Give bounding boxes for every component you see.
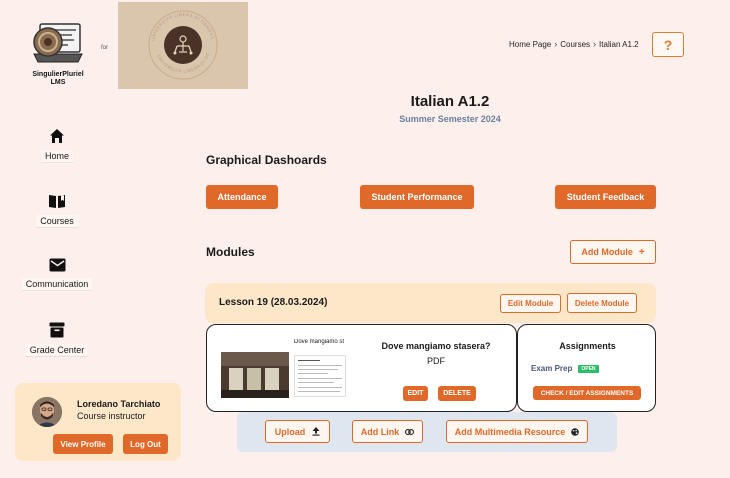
dashboards-heading: Graphical Dashoards — [206, 153, 327, 167]
resource-name: Dove mangiamo stasera? — [381, 341, 491, 351]
resource-thumbnail[interactable] — [221, 352, 289, 398]
page-subtitle: Summer Semester 2024 — [399, 114, 501, 124]
upload-button[interactable]: Upload — [265, 420, 330, 443]
add-multimedia-label: Add Multimedia Resource — [454, 426, 566, 437]
restaurant-photo-icon — [221, 352, 289, 398]
resource-card: Dove mangiamo st Dove mangiamo stasera? … — [206, 324, 517, 412]
resource-actions-bar: Upload Add Link Add Multimedia Resource — [237, 412, 617, 452]
check-edit-assignments-button[interactable]: CHECK / EDIT ASSIGNMENTS — [533, 386, 641, 400]
book-icon — [49, 195, 65, 208]
sidebar-item-label: Communication — [21, 278, 93, 291]
sidebar-item-label: Grade Center — [25, 344, 89, 357]
chevron-right-icon: › — [593, 39, 597, 49]
delete-resource-button[interactable]: DELETE — [438, 386, 476, 401]
student-feedback-button[interactable]: Student Feedback — [555, 185, 656, 209]
assignment-label: Exam Prep — [531, 364, 573, 373]
view-profile-button[interactable]: View Profile — [53, 434, 113, 454]
palette-icon — [571, 427, 580, 436]
logo-caption: SingulierPluriel LMS — [32, 71, 84, 86]
laptop-logo-icon — [33, 23, 83, 63]
add-module-button[interactable]: Add Module + — [570, 240, 656, 264]
student-performance-button[interactable]: Student Performance — [360, 185, 474, 209]
chevron-right-icon: › — [554, 39, 558, 49]
add-link-label: Add Link — [360, 426, 400, 437]
breadcrumb: Home Page › Courses › Italian A1.2 — [509, 39, 639, 49]
university-logo: UNIVERSITÀ LIBERA DI GENOVA UNIVERSITÀ L… — [116, 0, 248, 89]
lesson-title: Lesson 19 (28.03.2024) — [219, 297, 328, 308]
logout-button[interactable]: Log Out — [123, 434, 168, 454]
link-icon — [405, 428, 415, 435]
attendance-button[interactable]: Attendance — [206, 185, 278, 209]
assignments-card: Assignments Exam Prep OPEN CHECK / EDIT … — [517, 324, 656, 412]
resource-type: PDF — [427, 356, 445, 366]
upload-label: Upload — [274, 426, 306, 437]
sidebar-item-label: Home — [40, 150, 73, 163]
home-icon — [50, 129, 64, 143]
profile-name: Loredano Tarchiato — [77, 399, 161, 409]
sidebar-item-courses[interactable]: Courses — [17, 193, 97, 229]
app-logo[interactable]: SingulierPluriel LMS — [26, 14, 90, 88]
profile-card: Loredano Tarchiato Course instructor Vie… — [15, 383, 181, 461]
assignments-heading: Assignments — [559, 341, 616, 351]
avatar — [32, 397, 62, 427]
plus-icon: + — [638, 246, 645, 258]
page-title: Italian A1.2 — [410, 93, 490, 110]
edit-resource-button[interactable]: EDIT — [403, 386, 428, 401]
sidebar-item-communication[interactable]: Communication — [17, 258, 97, 292]
sidebar-item-grade-center[interactable]: Grade Center — [17, 322, 97, 358]
person-avatar-icon — [32, 397, 62, 427]
breadcrumb-item-home[interactable]: Home Page — [509, 40, 551, 49]
mail-icon — [49, 258, 65, 272]
sidebar-item-home[interactable]: Home — [17, 128, 97, 164]
archive-icon — [49, 322, 65, 338]
add-link-button[interactable]: Add Link — [352, 420, 423, 443]
breadcrumb-item-current: Italian A1.2 — [599, 39, 639, 49]
for-label: for — [101, 45, 109, 51]
upload-icon — [312, 427, 320, 436]
modules-heading: Modules — [206, 245, 255, 259]
resource-preview-title: Dove mangiamo st — [294, 339, 345, 345]
status-badge: OPEN — [578, 364, 599, 373]
pdf-preview-icon[interactable] — [294, 355, 346, 397]
edit-module-button[interactable]: Edit Module — [500, 294, 561, 313]
university-seal-icon: UNIVERSITÀ LIBERA DI GENOVA UNIVERSITÀ L… — [116, 0, 218, 80]
delete-module-button[interactable]: Delete Module — [567, 293, 637, 313]
add-multimedia-button[interactable]: Add Multimedia Resource — [446, 420, 588, 443]
lesson-header: Lesson 19 (28.03.2024) Edit Module Delet… — [205, 283, 656, 323]
assignment-item[interactable]: Exam Prep OPEN — [531, 364, 599, 373]
profile-role: Course instructor — [77, 411, 146, 421]
sidebar-item-label: Courses — [36, 215, 78, 228]
help-button[interactable]: ? — [652, 32, 684, 57]
breadcrumb-item-courses[interactable]: Courses — [560, 40, 590, 49]
add-module-label: Add Module — [581, 247, 633, 257]
